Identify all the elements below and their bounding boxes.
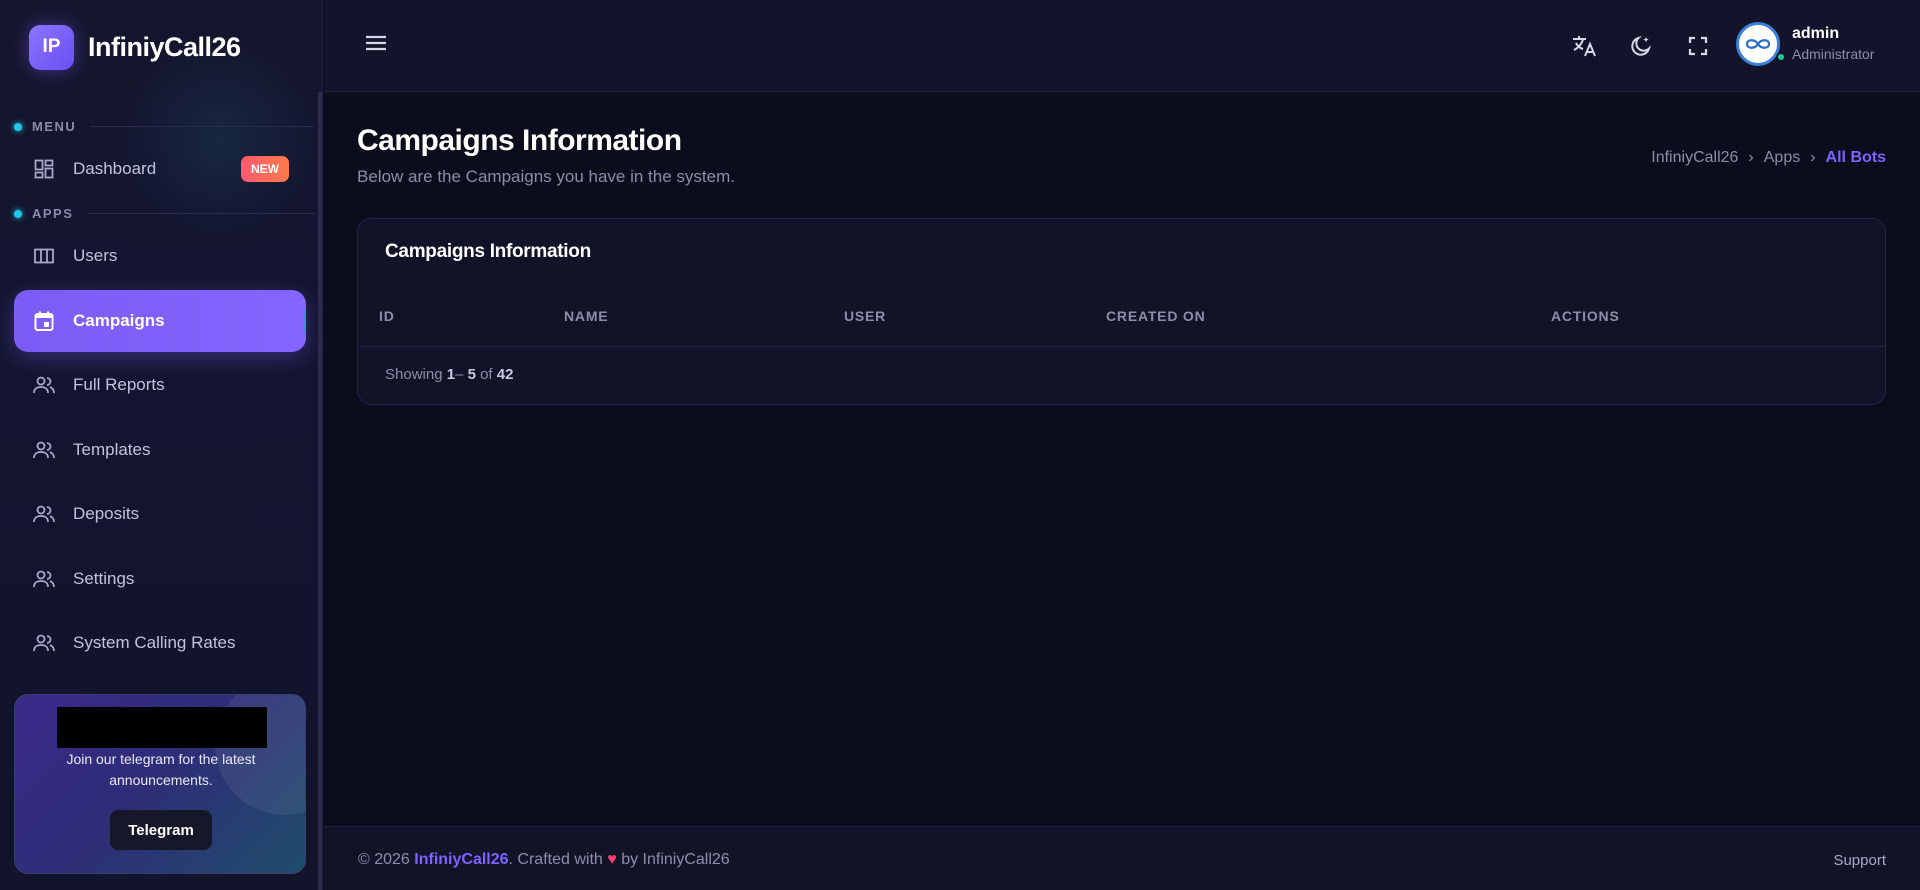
heart-icon: ♥ [607,851,617,868]
column-header-actions: ACTIONS [1551,308,1620,324]
section-apps-label: APPS [32,206,74,221]
section-dot [14,209,22,218]
breadcrumb-item[interactable]: InfiniyCall26 [1651,149,1738,167]
card-title: Campaigns Information [385,241,591,262]
sidebar-item-full-reports[interactable]: Full Reports [14,354,306,416]
brand-logo: IP [29,24,74,70]
support-link[interactable]: Support [1833,852,1886,869]
campaigns-card: Campaigns Information ID NAME USER CREAT… [357,218,1886,405]
users-icon [33,632,55,654]
telegram-button[interactable]: Telegram [110,810,212,850]
user-role: Administrator [1792,46,1875,62]
breadcrumb: InfiniyCall26 › Apps › All Bots [1651,149,1886,167]
pagination-to: 5 [467,366,476,383]
new-badge: NEW [241,156,289,182]
sidebar-item-label: Templates [73,440,151,459]
fullscreen-icon[interactable] [1685,33,1711,59]
sidebar-item-label: Campaigns [73,311,165,330]
users-icon [33,374,55,396]
section-menu: MENU [14,119,314,134]
breadcrumb-separator-icon: › [1810,149,1816,166]
footer-crafted-text: . Crafted with [508,851,603,868]
sidebar-item-label: System Calling Rates [73,633,236,652]
column-header-id[interactable]: ID [379,308,395,324]
theme-icon[interactable] [1628,33,1654,59]
footer-copyright: © 2026 InfiniyCall26. Crafted with ♥ by … [358,851,730,869]
sidebar-item-deposits[interactable]: Deposits [14,483,306,545]
breadcrumb-item[interactable]: Apps [1764,149,1800,167]
section-dot [14,122,22,131]
pagination-total: 42 [496,366,514,383]
columns-icon [33,245,55,267]
users-icon [33,568,55,590]
section-apps: APPS [14,206,314,221]
breadcrumb-item-current: All Bots [1825,149,1886,166]
pagination-prefix: Showing [385,366,443,383]
sidebar-item-dashboard[interactable]: Dashboard NEW [14,138,306,200]
footer-by-text: by InfiniyCall26 [621,851,730,868]
column-header-user[interactable]: USER [844,308,886,324]
footer-brand-link[interactable]: InfiniyCall26 [414,851,508,868]
telegram-promo-card: Join our telegram for the latest announc… [14,694,306,874]
section-divider [90,126,314,127]
user-name[interactable]: admin [1792,25,1839,43]
brand-name: InfiniyCall26 [88,31,241,62]
pagination-of: of [480,366,493,383]
column-header-name[interactable]: NAME [564,308,608,324]
column-header-created-on[interactable]: CREATED ON [1106,308,1206,324]
footer: © 2026 InfiniyCall26. Crafted with ♥ by … [324,826,1920,890]
users-icon [33,439,55,461]
section-menu-label: MENU [32,119,77,134]
sidebar-item-label: Deposits [73,504,140,523]
sidebar-item-label: Settings [73,569,135,588]
avatar[interactable] [1736,22,1780,66]
sidebar-item-system-calling-rates[interactable]: System Calling Rates [14,612,306,674]
sidebar-item-campaigns[interactable]: Campaigns [14,290,306,352]
table-divider [358,346,1885,347]
sidebar-item-label: Dashboard [73,159,157,178]
promo-text: Join our telegram for the latest announc… [66,751,256,788]
pagination-from: 1 [446,366,456,383]
breadcrumb-separator-icon: › [1748,149,1754,166]
sidebar-scrollbar[interactable] [318,92,322,890]
dashboard-icon [33,158,55,180]
page-title: Campaigns Information [357,124,682,157]
calendar-icon [33,310,55,332]
copyright-year: © 2026 [358,851,410,868]
translate-icon[interactable] [1571,33,1597,59]
page-subtitle: Below are the Campaigns you have in the … [357,167,735,186]
top-header: admin Administrator [324,0,1920,92]
sidebar-item-users[interactable]: Users [14,225,306,287]
sidebar: IP InfiniyCall26 MENU Dashboard NEW APPS… [0,0,323,890]
sidebar-item-settings[interactable]: Settings [14,548,306,610]
menu-icon[interactable] [365,34,389,56]
brand[interactable]: IP InfiniyCall26 [29,24,241,70]
pagination-info: Showing 1– 5 of 42 [385,366,514,383]
sidebar-item-label: Full Reports [73,375,165,394]
sidebar-item-templates[interactable]: Templates [14,419,306,481]
users-icon [33,503,55,525]
online-status-dot [1776,52,1786,62]
sidebar-item-label: Users [73,246,118,265]
section-divider [87,213,314,214]
redacted-image [57,707,267,748]
